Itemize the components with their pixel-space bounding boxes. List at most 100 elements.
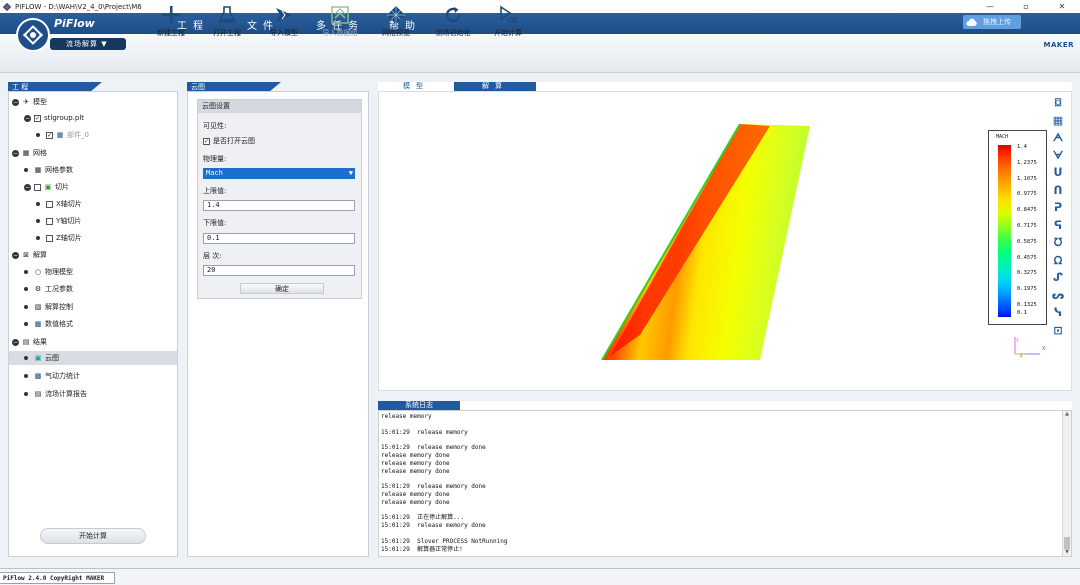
flow-init-button[interactable]: 流场初始化 — [425, 5, 481, 38]
import-data-button[interactable]: 导入数据组 — [312, 5, 368, 38]
tree-part[interactable]: ✓ ▦ 部件_0 — [36, 128, 89, 142]
log-tabs: 系统日志 — [378, 401, 1072, 410]
iso-view-3-icon[interactable]: ᔑ — [1051, 271, 1065, 285]
open-project-button[interactable]: 打开工程 — [199, 5, 255, 38]
tree-mesh-label: 网格 — [33, 149, 47, 157]
left-view-icon[interactable]: ᑌ — [1051, 166, 1065, 180]
close-button[interactable]: ✕ — [1044, 0, 1080, 13]
module-selector[interactable]: 流场解算 ▼ — [50, 38, 126, 50]
iso-view-1-icon[interactable]: ᘮ — [1051, 236, 1065, 250]
confirm-button[interactable]: 确定 — [240, 283, 324, 294]
bullet-icon — [24, 374, 28, 378]
checkbox-unchecked-icon[interactable] — [46, 217, 53, 225]
legend-label: 0.3275 — [1017, 270, 1037, 277]
tree-slice[interactable]: − ▣ 切片 — [24, 180, 69, 194]
drag-upload-label: 拖拽上传 — [983, 18, 1011, 26]
new-project-label: 新建工程 — [157, 29, 185, 37]
tree-x-slice-label: X轴切片 — [56, 200, 82, 208]
start-calc-toolbar-button[interactable]: 开始计算 — [480, 5, 536, 38]
bullet-icon — [24, 392, 28, 396]
top-view-icon[interactable]: ᕈ — [1051, 201, 1065, 215]
tree-y-slice[interactable]: Y轴切片 — [36, 214, 81, 228]
flask-icon — [217, 6, 237, 23]
collapse-icon[interactable]: − — [12, 98, 19, 106]
log-panel-title[interactable]: 系统日志 — [378, 401, 460, 410]
collapse-icon[interactable]: − — [12, 251, 19, 259]
tree-numeric-format[interactable]: ▩ 数值格式 — [24, 317, 73, 331]
new-project-button[interactable]: 新建工程 — [143, 5, 199, 38]
tree-aero-stats[interactable]: ▩ 气动力统计 — [24, 369, 80, 383]
iso-view-2-icon[interactable]: ᘯ — [1051, 254, 1065, 268]
minimize-button[interactable]: — — [972, 0, 1008, 13]
scroll-up-icon[interactable]: ▲ — [1063, 411, 1071, 418]
legend-label: 1.1075 — [1017, 175, 1037, 182]
scrollbar-thumb[interactable] — [1064, 537, 1070, 549]
checkbox-checked-icon[interactable]: ✓ — [203, 137, 210, 145]
tree-z-slice[interactable]: Z轴切片 — [36, 231, 82, 245]
checkbox-checked-icon[interactable]: ✓ — [46, 131, 53, 139]
legend-label: 0.1325 — [1017, 302, 1037, 308]
tree-mesh-params[interactable]: ▦ 网格参数 — [24, 163, 73, 177]
collapse-icon[interactable]: − — [12, 338, 19, 346]
import-model-button[interactable]: 导入模型 — [256, 5, 312, 38]
front-view-icon[interactable]: ᗅ — [1051, 131, 1065, 145]
cloud-upload-icon — [966, 18, 977, 26]
open-project-label: 打开工程 — [213, 29, 241, 37]
log-lines: release memory 15:01:29 release memory 1… — [381, 413, 1061, 553]
open-cloud-checkbox[interactable]: ✓ 是否打开云图 — [203, 134, 255, 148]
mesh-grid-icon: ▦ — [22, 149, 30, 157]
start-calc-button[interactable]: 开始计算 — [40, 528, 146, 544]
checkbox-unchecked-icon[interactable] — [34, 183, 41, 191]
numeric-icon: ▩ — [34, 320, 42, 328]
fit-view-icon[interactable]: ▦ — [1051, 114, 1065, 128]
checkbox-unchecked-icon[interactable] — [46, 234, 53, 242]
tab-model[interactable]: 模型 — [378, 82, 454, 91]
collapse-icon[interactable]: − — [24, 183, 31, 191]
import-model-label: 导入模型 — [270, 29, 298, 37]
iso-view-4-icon[interactable]: ᔕ — [1051, 289, 1065, 303]
tree-solve-control[interactable]: ▧ 解算控制 — [24, 300, 73, 314]
legend-label: 0.1975 — [1017, 286, 1037, 293]
toolbar — [0, 34, 1080, 73]
tree-physical-model[interactable]: ○ 物理模型 — [24, 265, 73, 279]
tree-mesh[interactable]: − ▦ 网格 — [12, 146, 47, 160]
tree-results[interactable]: − ▤ 结果 — [12, 335, 47, 349]
tree-solve[interactable]: − ⊠ 解算 — [12, 248, 47, 262]
dropdown-arrow-icon[interactable]: ▼ — [349, 168, 353, 179]
axis-y-label: Y — [1015, 338, 1019, 344]
scroll-down-icon[interactable]: ▼ — [1063, 549, 1071, 556]
restore-button[interactable]: ▫ — [1008, 0, 1044, 13]
tree-stl-file[interactable]: − ✓ stlgroup.plt — [24, 111, 84, 125]
mesh-preview-button[interactable]: 网格预览 — [368, 5, 424, 38]
checkbox-checked-icon[interactable]: ✓ — [34, 114, 41, 122]
iso-view-6-icon[interactable]: ⊡ — [1051, 324, 1065, 338]
refresh-icon — [445, 7, 461, 23]
bottom-view-icon[interactable]: ᕋ — [1051, 219, 1065, 233]
tree-solve-control-label: 解算控制 — [45, 303, 73, 311]
tree-flow-report[interactable]: ▤ 流场计算报告 — [24, 387, 87, 401]
tree-model[interactable]: − ✈ 模型 — [12, 95, 47, 109]
wing-mach-contour[interactable] — [600, 120, 815, 365]
reset-view-icon[interactable]: ⌼ — [1051, 96, 1065, 110]
tree-conditions[interactable]: ⚙ 工况参数 — [24, 282, 73, 296]
tree-cloud[interactable]: ▣ 云图 — [9, 351, 177, 365]
tab-solve[interactable]: 解算 — [454, 82, 536, 91]
drag-upload-button[interactable]: 拖拽上传 — [963, 15, 1021, 29]
legend-label: 1.4 — [1017, 144, 1027, 150]
quantity-select[interactable]: Mach ▼ — [203, 168, 355, 179]
collapse-icon[interactable]: − — [24, 114, 31, 122]
tree-z-slice-label: Z轴切片 — [56, 234, 82, 242]
lower-limit-input[interactable]: 0.1 — [203, 233, 355, 244]
checkbox-unchecked-icon[interactable] — [46, 200, 53, 208]
system-log-panel[interactable]: release memory 15:01:29 release memory 1… — [378, 410, 1072, 557]
legend-label: 0.8475 — [1017, 207, 1037, 214]
upper-limit-input[interactable]: 1.4 — [203, 200, 355, 211]
tree-x-slice[interactable]: X轴切片 — [36, 197, 82, 211]
collapse-icon[interactable]: − — [12, 149, 19, 157]
right-view-icon[interactable]: ᑎ — [1051, 184, 1065, 198]
levels-input[interactable]: 20 — [203, 265, 355, 276]
iso-view-5-icon[interactable]: ᓭ — [1051, 306, 1065, 320]
log-scrollbar[interactable]: ▲ ▼ — [1062, 411, 1071, 556]
back-view-icon[interactable]: ᗄ — [1051, 149, 1065, 163]
bullet-icon — [24, 270, 28, 274]
